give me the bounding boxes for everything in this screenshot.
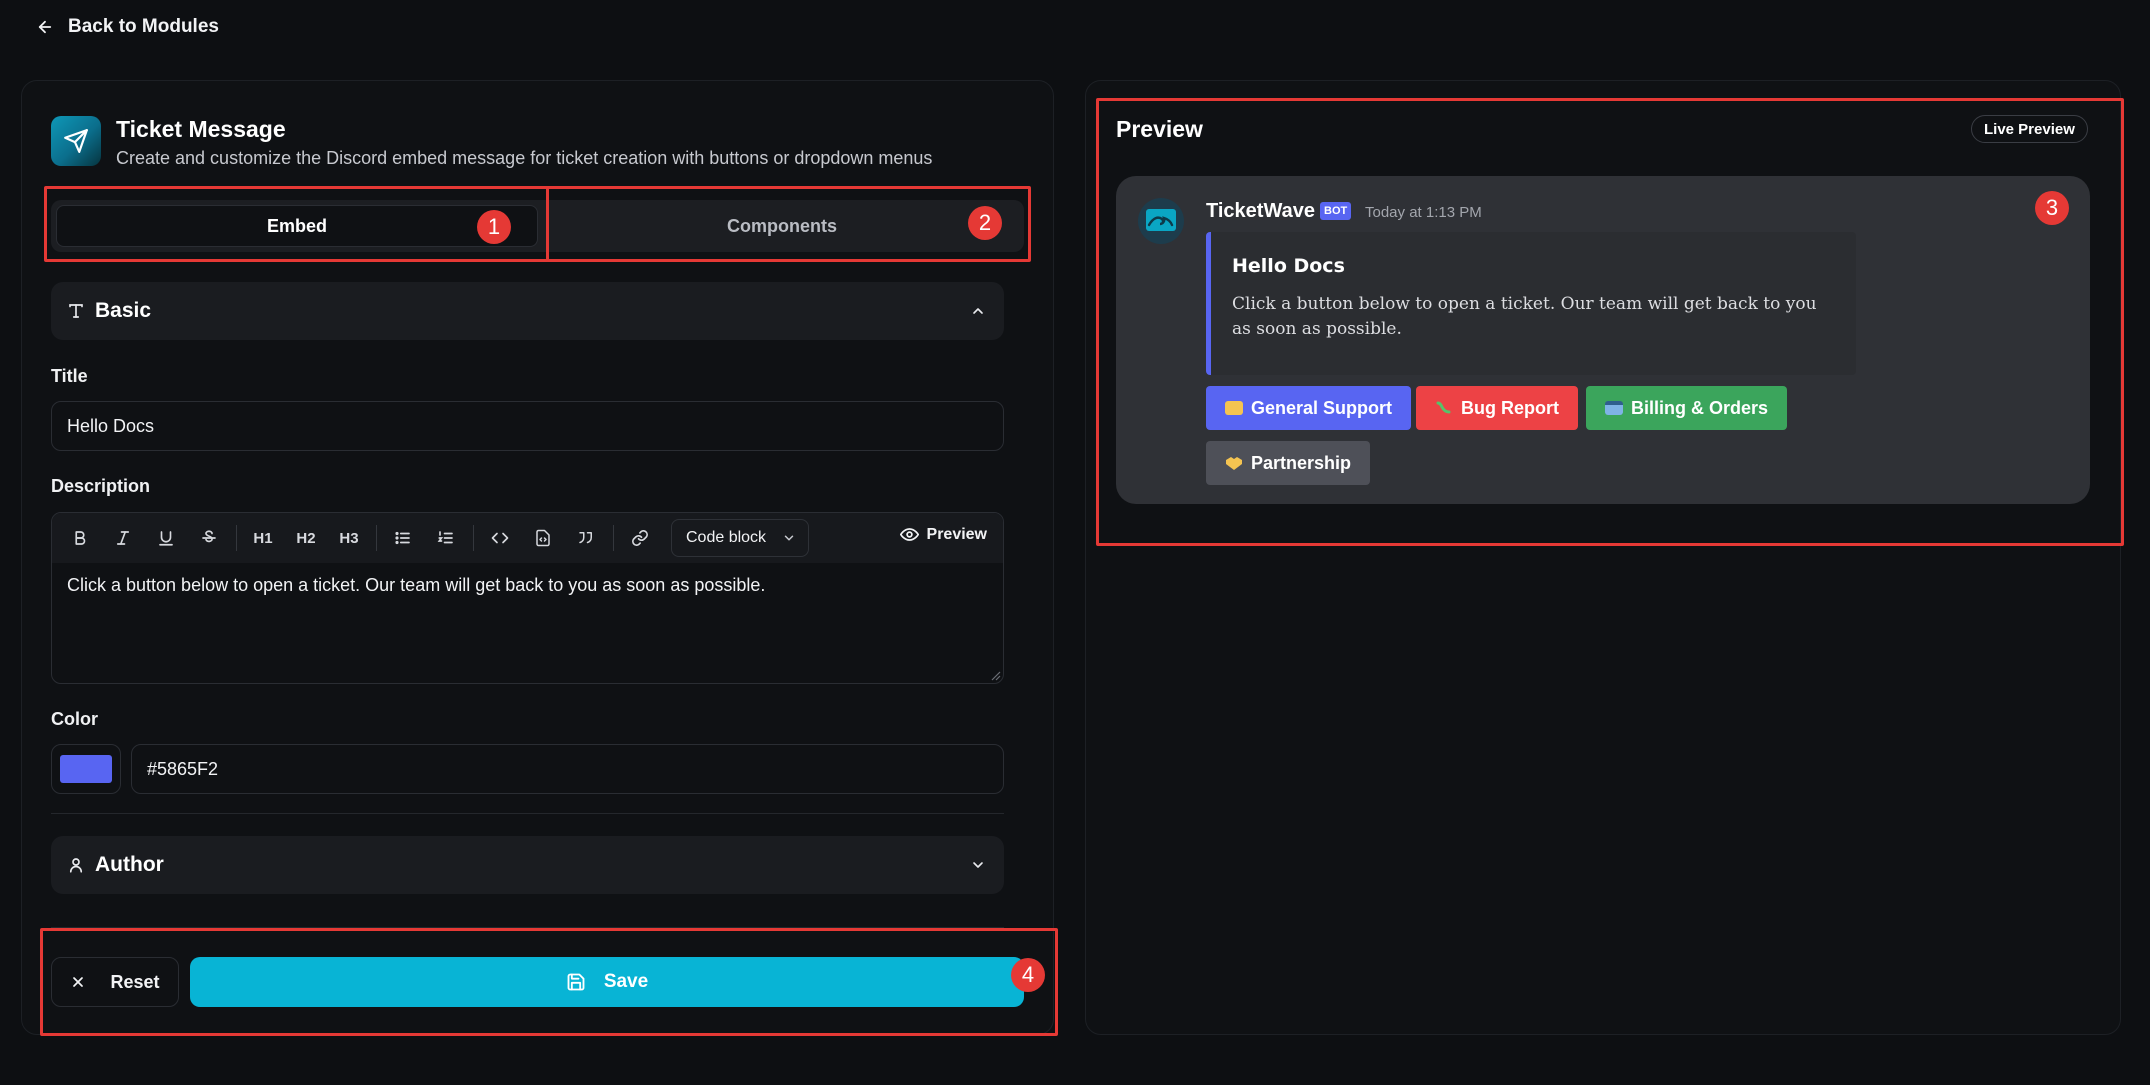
color-hex-input[interactable]: #5865F2 — [131, 744, 1004, 794]
back-link-label: Back to Modules — [68, 16, 219, 37]
annotation-badge-1: 1 — [477, 210, 511, 244]
resize-handle-icon[interactable] — [989, 669, 1001, 681]
preview-title: Preview — [1116, 116, 1203, 142]
annotation-badge-4: 4 — [1011, 958, 1045, 992]
markdown-preview-toggle[interactable]: Preview — [899, 525, 987, 544]
bug-report-button[interactable]: Bug Report — [1416, 386, 1578, 430]
author-section-label: Author — [95, 853, 164, 876]
partnership-button[interactable]: Partnership — [1206, 441, 1371, 485]
color-field-label: Color — [51, 709, 98, 729]
basic-section-label: Basic — [95, 299, 152, 322]
eye-icon — [899, 525, 919, 544]
strikethrough-icon[interactable] — [191, 520, 227, 556]
ordered-list-icon[interactable] — [428, 520, 464, 556]
tab-embed[interactable]: Embed — [56, 205, 538, 247]
reset-button-label: Reset — [110, 971, 160, 992]
save-button[interactable]: Save — [190, 957, 1024, 1007]
billing-orders-label: Billing & Orders — [1631, 397, 1769, 418]
basic-section-header[interactable]: Basic — [51, 282, 1004, 340]
code-file-icon[interactable] — [525, 520, 561, 556]
footer-divider — [51, 927, 1004, 928]
author-section-header[interactable]: Author — [51, 836, 1004, 894]
bold-icon[interactable] — [62, 520, 98, 556]
block-type-value: Code block — [686, 529, 767, 546]
color-swatch — [60, 755, 112, 783]
bot-avatar — [1138, 198, 1184, 244]
description-field-label: Description — [51, 476, 151, 496]
title-field-label: Title — [51, 366, 88, 386]
partnership-label: Partnership — [1251, 452, 1352, 473]
bot-tag-badge: BOT — [1320, 202, 1352, 220]
toolbar-divider — [473, 525, 474, 551]
heading-3-button[interactable]: H3 — [331, 520, 367, 556]
chevron-down-icon — [782, 531, 796, 545]
save-button-label: Save — [603, 971, 649, 992]
quote-icon[interactable] — [568, 520, 604, 556]
section-divider — [51, 813, 1004, 814]
back-to-modules-link[interactable]: Back to Modules — [36, 16, 219, 38]
toolbar-divider — [376, 525, 377, 551]
color-picker-button[interactable] — [51, 744, 121, 794]
arrow-left-icon — [36, 18, 54, 36]
title-input[interactable]: Hello Docs — [51, 401, 1004, 451]
credit-card-icon — [1605, 401, 1623, 415]
preview-toggle-label: Preview — [926, 525, 987, 543]
send-icon — [51, 116, 101, 166]
text-type-icon — [67, 302, 85, 320]
annotation-badge-2: 2 — [968, 206, 1002, 240]
user-icon — [67, 856, 85, 874]
heading-2-button[interactable]: H2 — [288, 520, 324, 556]
message-timestamp: Today at 1:13 PM — [1365, 204, 1482, 221]
bot-name: TicketWave — [1206, 200, 1315, 222]
module-title: Ticket Message — [116, 116, 286, 142]
editor-toolbar: H1 H2 H3 Code block Preview — [52, 513, 1003, 563]
chevron-down-icon — [970, 857, 986, 873]
heading-1-button[interactable]: H1 — [245, 520, 281, 556]
save-icon — [566, 972, 586, 992]
chevron-up-icon — [970, 303, 986, 319]
module-description: Create and customize the Discord embed m… — [116, 148, 933, 168]
description-editor: H1 H2 H3 Code block Preview Click a butt… — [51, 512, 1004, 684]
bug-icon — [1435, 400, 1453, 416]
embed-title: Hello Docs — [1232, 255, 1345, 277]
tab-bar: Embed Components — [51, 200, 1024, 252]
toolbar-divider — [236, 525, 237, 551]
tab-components[interactable]: Components — [545, 205, 1019, 247]
general-support-button[interactable]: General Support — [1206, 386, 1412, 430]
italic-icon[interactable] — [105, 520, 141, 556]
toolbar-divider — [613, 525, 614, 551]
link-icon[interactable] — [622, 520, 658, 556]
bug-report-label: Bug Report — [1461, 397, 1559, 418]
live-preview-badge: Live Preview — [1971, 115, 2088, 143]
description-textarea[interactable]: Click a button below to open a ticket. O… — [67, 575, 765, 596]
underline-icon[interactable] — [148, 520, 184, 556]
annotation-badge-3: 3 — [2035, 191, 2069, 225]
block-type-select[interactable]: Code block — [671, 519, 810, 557]
heading-3-label: H3 — [339, 529, 359, 547]
reset-button[interactable]: Reset — [51, 957, 179, 1007]
embed-preview: Hello Docs Click a button below to open … — [1206, 232, 1856, 375]
inline-code-icon[interactable] — [482, 520, 518, 556]
ticket-icon — [1225, 401, 1243, 415]
embed-description: Click a button below to open a ticket. O… — [1232, 294, 1817, 339]
close-icon — [70, 974, 86, 990]
heading-1-label: H1 — [253, 529, 273, 547]
bullet-list-icon[interactable] — [385, 520, 421, 556]
heading-2-label: H2 — [296, 529, 316, 547]
handshake-icon — [1225, 455, 1243, 471]
billing-orders-button[interactable]: Billing & Orders — [1586, 386, 1788, 430]
general-support-label: General Support — [1251, 397, 1393, 418]
